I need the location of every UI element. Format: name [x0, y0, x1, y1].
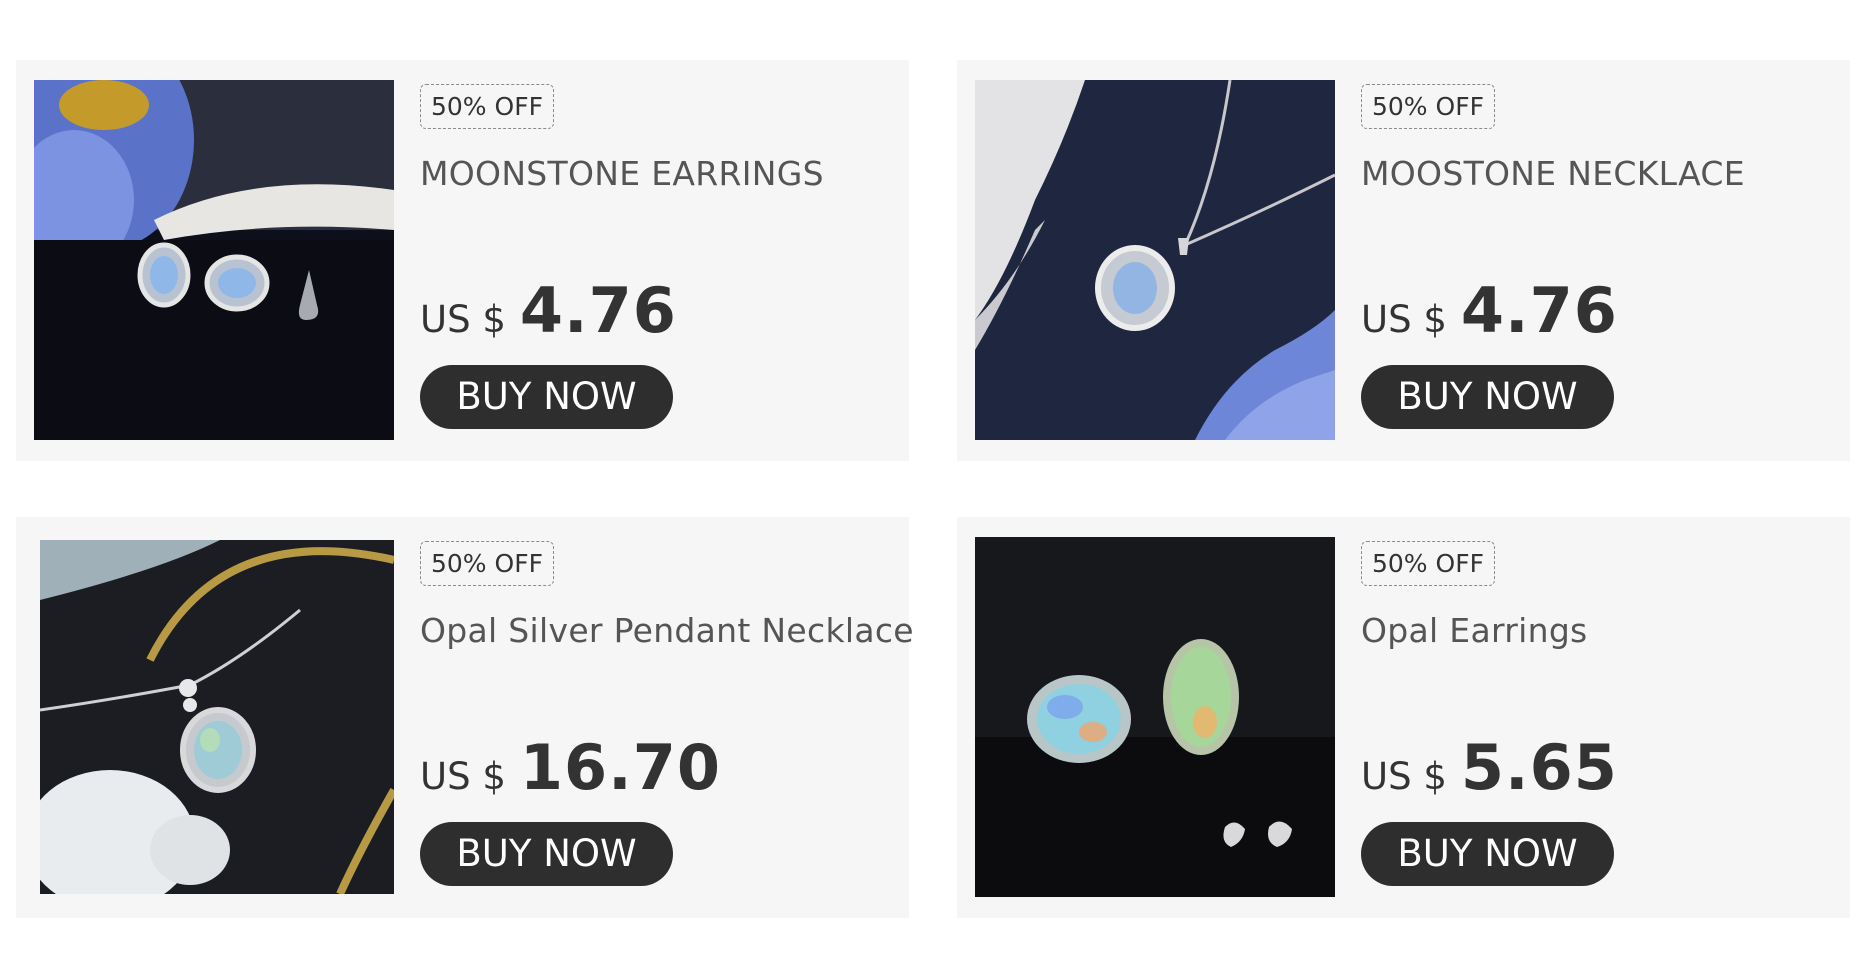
- product-price: US $ 4.76: [420, 274, 677, 347]
- discount-badge: 50% OFF: [1361, 84, 1495, 129]
- product-card[interactable]: 50% OFF MOONSTONE EARRINGS US $ 4.76 BUY …: [16, 60, 909, 461]
- buy-now-button[interactable]: BUY NOW: [1361, 365, 1614, 429]
- buy-now-button[interactable]: BUY NOW: [420, 365, 673, 429]
- price-amount: 16.70: [519, 731, 721, 804]
- discount-badge: 50% OFF: [1361, 541, 1495, 586]
- product-price: US $ 5.65: [1361, 731, 1618, 804]
- price-currency: US $: [1361, 755, 1447, 798]
- product-info: 50% OFF MOONSTONE EARRINGS US $ 4.76 BUY …: [420, 84, 890, 444]
- product-card[interactable]: 50% OFF Opal Silver Pendant Necklace US …: [16, 517, 914, 918]
- product-image-moonstone-earrings[interactable]: [34, 80, 394, 440]
- product-info: 50% OFF Opal Silver Pendant Necklace US …: [420, 541, 914, 901]
- price-amount: 4.76: [1460, 274, 1618, 347]
- product-card[interactable]: 50% OFF Opal Earrings US $ 5.65 BUY NOW: [957, 517, 1850, 918]
- product-image-opal-earrings[interactable]: [975, 537, 1335, 897]
- product-price: US $ 4.76: [1361, 274, 1618, 347]
- product-image-moonstone-necklace[interactable]: [975, 80, 1335, 440]
- price-amount: 4.76: [519, 274, 677, 347]
- discount-badge: 50% OFF: [420, 84, 554, 129]
- product-grid: 50% OFF MOONSTONE EARRINGS US $ 4.76 BUY …: [0, 0, 1866, 972]
- buy-now-button[interactable]: BUY NOW: [420, 822, 673, 886]
- product-info: 50% OFF MOOSTONE NECKLACE US $ 4.76 BUY N…: [1361, 84, 1831, 444]
- product-title[interactable]: MOONSTONE EARRINGS: [420, 154, 824, 193]
- product-price: US $ 16.70: [420, 731, 721, 804]
- product-card[interactable]: 50% OFF MOOSTONE NECKLACE US $ 4.76 BUY N…: [957, 60, 1850, 461]
- price-amount: 5.65: [1460, 731, 1618, 804]
- product-title[interactable]: MOOSTONE NECKLACE: [1361, 154, 1745, 193]
- price-currency: US $: [1361, 298, 1447, 341]
- product-title[interactable]: Opal Earrings: [1361, 611, 1588, 650]
- buy-now-button[interactable]: BUY NOW: [1361, 822, 1614, 886]
- discount-badge: 50% OFF: [420, 541, 554, 586]
- price-currency: US $: [420, 755, 506, 798]
- product-image-opal-pendant-necklace[interactable]: [40, 540, 394, 894]
- product-info: 50% OFF Opal Earrings US $ 5.65 BUY NOW: [1361, 541, 1831, 901]
- price-currency: US $: [420, 298, 506, 341]
- product-title[interactable]: Opal Silver Pendant Necklace: [420, 611, 914, 650]
